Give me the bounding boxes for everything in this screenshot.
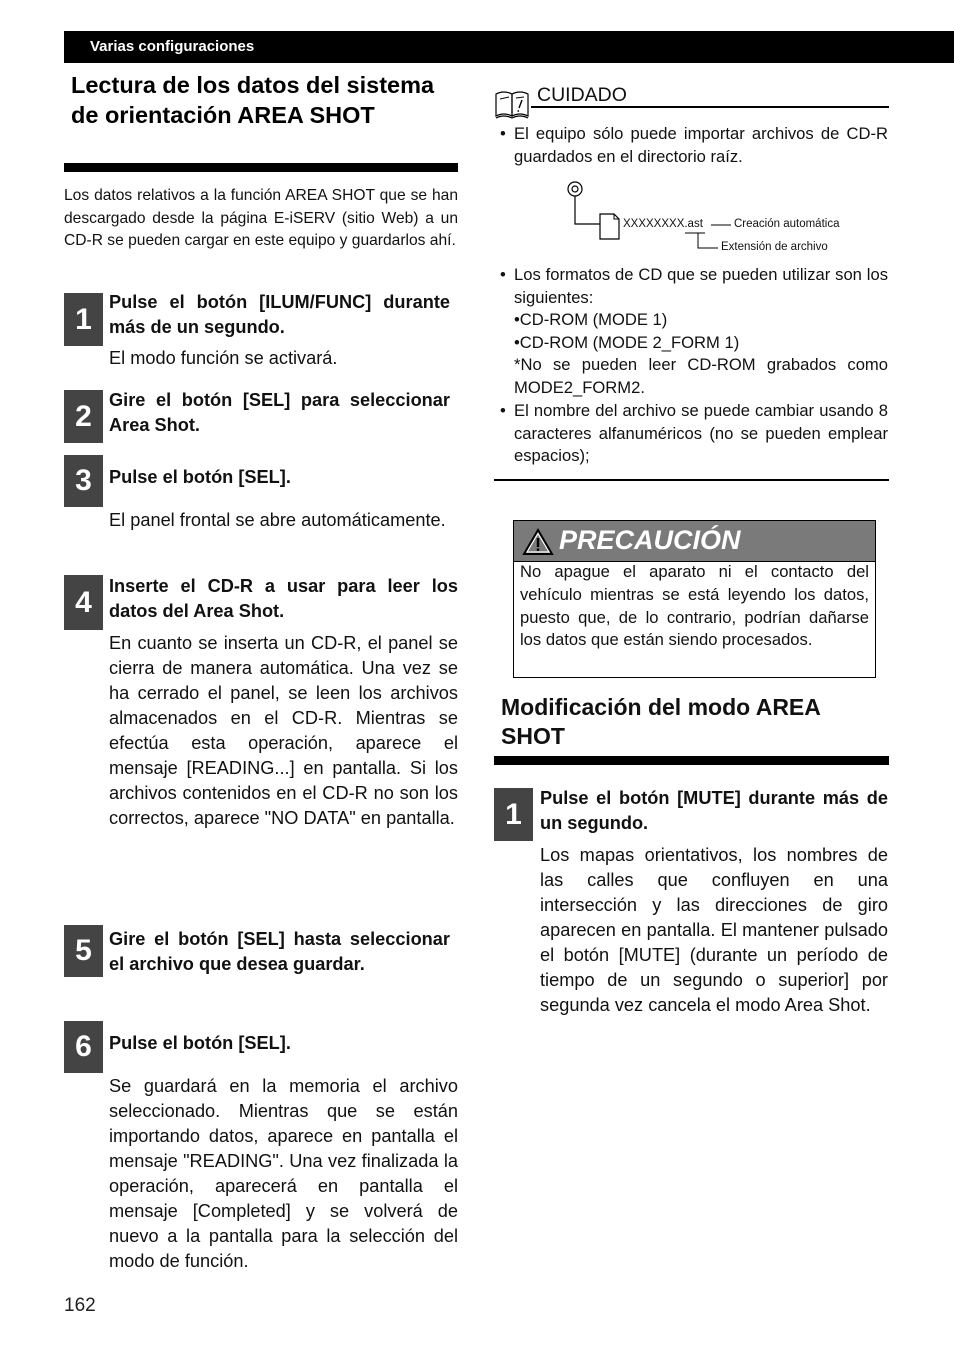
cuidado-label: CUIDADO (537, 84, 627, 106)
bullet-text: El equipo sólo puede importar archivos d… (514, 124, 888, 166)
step-number: 4 (75, 585, 92, 619)
bullet-text: El nombre del archivo se puede cambiar u… (514, 401, 888, 466)
bullet-dot: • (500, 124, 506, 143)
root-directory-diagram: XXXXXXXX.ast Creación automática Extensi… (562, 178, 862, 263)
cuidado-bullet: • Los formatos de CD que se pueden utili… (500, 264, 888, 400)
title-rule (64, 163, 458, 172)
cuidado-underline (531, 106, 889, 108)
step-number: 1 (505, 797, 522, 831)
step-number-badge: 2 (64, 390, 103, 443)
warning-triangle-icon (522, 528, 554, 555)
step-title: Pulse el botón [SEL]. (109, 1033, 291, 1053)
step-number-badge: 1 (494, 788, 533, 841)
bullet-subitem: •CD-ROM (MODE 2_FORM 1) (514, 332, 740, 352)
diagram-filename: XXXXXXXX.ast (623, 218, 703, 230)
step-title: Gire el botón [SEL] para seleccionar Are… (109, 390, 450, 435)
step-number: 3 (75, 464, 92, 497)
cuidado-bullet: • El nombre del archivo se puede cambiar… (500, 400, 888, 468)
section-header-label: Varias configuraciones (90, 38, 255, 55)
section-title-rule (494, 756, 889, 765)
intro-paragraph: Los datos relativos a la función AREA SH… (64, 187, 458, 249)
step-number-badge: 5 (64, 925, 103, 977)
step-number: 5 (75, 934, 92, 967)
step-number: 1 (75, 302, 92, 336)
precaucion-header: PRECAUCIÓN (514, 521, 875, 562)
diagram-label-name: Creación automática (734, 218, 840, 230)
step-title: Pulse el botón [SEL]. (109, 467, 291, 487)
precaucion-title: PRECAUCIÓN (559, 525, 741, 555)
step-number-badge: 1 (64, 293, 103, 346)
step-body: En cuanto se inserta un CD-R, el panel s… (109, 633, 458, 828)
bullet-subitem: •CD-ROM (MODE 1) (514, 310, 668, 330)
precaucion-box: PRECAUCIÓN No apague el aparato ni el co… (513, 520, 876, 678)
bullet-dot: • (500, 401, 506, 420)
step-title: Pulse el botón [ILUM/FUNC] durante más d… (109, 292, 450, 337)
step-title: Pulse el botón [MUTE] durante más de un … (540, 788, 888, 833)
section-title: Modificación del modo AREA SHOT (501, 694, 821, 749)
book-caution-icon (495, 91, 529, 119)
section-header-bar: Varias configuraciones (64, 31, 954, 63)
step-number-badge: 6 (64, 1021, 103, 1073)
page-title: Lectura de los datos del sistema de orie… (71, 72, 435, 128)
bullet-dot: • (500, 265, 506, 284)
step-number: 6 (75, 1030, 92, 1063)
bullet-text: Los formatos de CD que se pueden utiliza… (514, 265, 888, 307)
bullet-note: *No se pueden leer CD-ROM grabados como … (514, 355, 888, 397)
step-number-badge: 3 (64, 455, 103, 507)
step-body: Se guardará en la memoria el archivo sel… (109, 1076, 458, 1271)
precaucion-text: No apague el aparato ni el contacto del … (520, 562, 869, 650)
step-title: Inserte el CD-R a usar para leer los dat… (109, 576, 458, 621)
cuidado-bullet: • El equipo sólo puede importar archivos… (500, 123, 888, 168)
step-body: Los mapas orientativos, los nombres de l… (540, 845, 888, 1015)
cuidado-header: CUIDADO (494, 84, 889, 122)
step-body: El panel frontal se abre automáticamente… (109, 510, 446, 530)
diagram-label-extension: Extensión de archivo (721, 241, 828, 253)
step-title: Gire el botón [SEL] hasta seleccionar el… (109, 929, 450, 974)
step-body: El modo función se activará. (109, 348, 338, 368)
cuidado-end-rule (494, 479, 889, 481)
step-number-badge: 4 (64, 575, 103, 630)
page-number: 162 (64, 1295, 96, 1316)
step-number: 2 (75, 399, 92, 433)
